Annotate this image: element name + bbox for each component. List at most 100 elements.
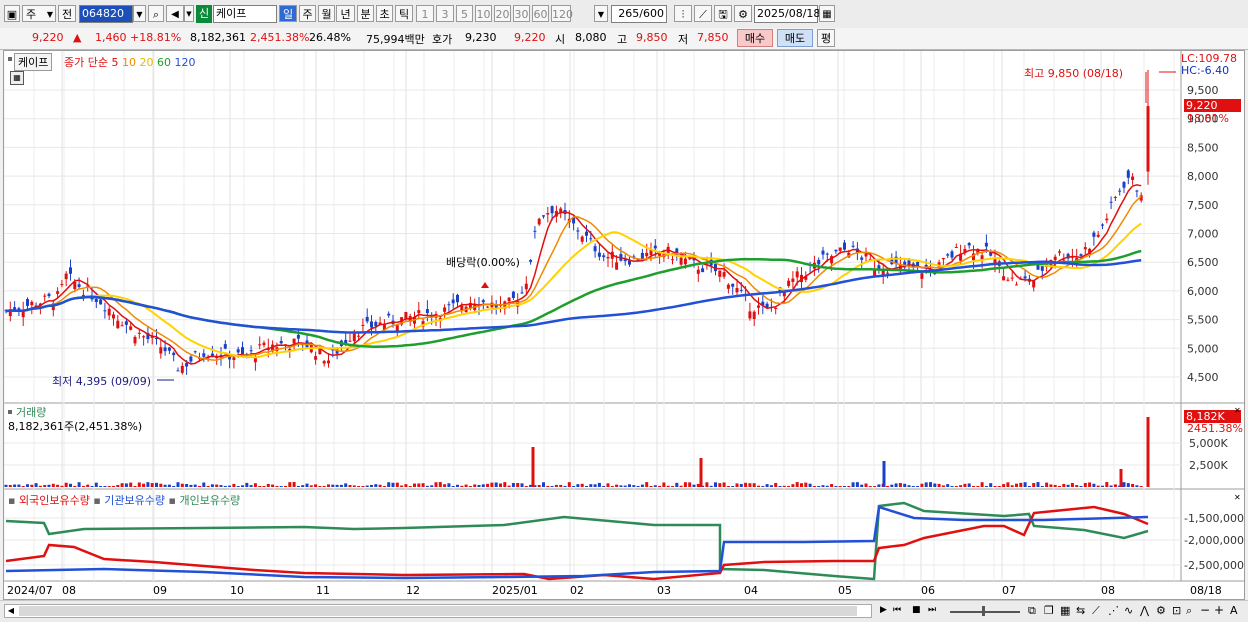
table-view-icon[interactable]: ▦	[10, 71, 24, 85]
avg-button[interactable]: 평	[817, 29, 835, 47]
volume-bar	[924, 482, 928, 487]
stock-name-field[interactable]: 케이프	[213, 5, 277, 23]
period-count-dropdown[interactable]: ▼	[594, 5, 608, 22]
zoom-slider-thumb[interactable]	[982, 606, 985, 616]
wave-icon[interactable]: ∿	[1124, 604, 1133, 617]
speaker-dropdown[interactable]: ▼	[184, 5, 194, 22]
settings-icon[interactable]: ⚙	[1156, 604, 1166, 617]
candle-body	[886, 272, 889, 274]
candle-body	[718, 270, 722, 277]
window-icon[interactable]: ▣	[4, 5, 20, 22]
period-tab-5[interactable]: 초	[376, 5, 393, 22]
search-icon[interactable]: ⌕	[1186, 604, 1192, 618]
font-size-icon[interactable]: A	[1230, 604, 1238, 617]
candle-style-icon[interactable]: ⫶	[674, 5, 692, 22]
holding-legend[interactable]: ▪ 외국인보유수량 ▪ 기관보유수량 ▪ 개인보유수량	[8, 492, 240, 508]
volume-bar	[1006, 482, 1010, 487]
scroll-left-icon[interactable]: ◀	[5, 605, 17, 617]
volume-bar	[146, 482, 150, 487]
calendar-icon[interactable]: ▦	[819, 5, 835, 22]
zoom-out-icon[interactable]: −	[1200, 603, 1210, 617]
date-input[interactable]: 2025/08/18	[754, 5, 820, 23]
period-tab-1[interactable]: 주	[299, 5, 316, 22]
volume-spike-bar	[1119, 469, 1123, 487]
zoom-in-icon[interactable]: +	[1214, 603, 1224, 617]
scroll-thumb[interactable]	[19, 606, 857, 616]
toolbar: ▣ 주 ▼ 전 064820 ▼ ⌕ ◀ ▼ 신 케이프 일주월년분초틱 1351…	[0, 0, 1248, 29]
stop-icon[interactable]: ■	[912, 605, 921, 615]
pattern-icon[interactable]: ⋀	[1140, 604, 1149, 617]
panel-close-icon[interactable]: ✕	[1234, 493, 1241, 502]
interval-button-4[interactable]: 20	[494, 5, 511, 22]
candle-body	[1096, 234, 1100, 237]
gear-icon[interactable]: ⚙	[734, 5, 752, 22]
volume-bar	[271, 484, 275, 487]
stock-tag[interactable]: 케이프	[14, 53, 53, 71]
interval-button-6[interactable]: 60	[532, 5, 549, 22]
volume-bar	[305, 483, 309, 487]
volume-bar	[645, 482, 649, 487]
skip-forward-icon[interactable]: ⏭	[928, 605, 936, 615]
search-icon[interactable]: ⌕	[148, 5, 164, 22]
period-tab-6[interactable]: 틱	[395, 5, 413, 22]
sell-button[interactable]: 매도	[777, 29, 813, 47]
volume-bar	[357, 486, 361, 487]
buy-button[interactable]: 매수	[737, 29, 773, 47]
fit-icon[interactable]: ⊡	[1172, 604, 1181, 617]
period-tab-4[interactable]: 분	[357, 5, 374, 22]
layout-icon[interactable]: ⧉	[1028, 604, 1036, 618]
volume-bar	[451, 486, 455, 487]
compare-icon[interactable]: ⇆	[1076, 604, 1085, 617]
count-input[interactable]: 265/600	[611, 5, 667, 23]
interval-button-0[interactable]: 1	[416, 5, 434, 22]
candle-body	[1002, 276, 1006, 281]
volume-bar	[855, 482, 859, 487]
volume-bar	[1015, 483, 1018, 487]
period-tab-3[interactable]: 년	[336, 5, 355, 22]
skip-back-icon[interactable]: ⏮	[893, 605, 901, 615]
volume-bar	[950, 486, 954, 487]
trend-icon[interactable]: ⋰	[1108, 604, 1119, 617]
volume-bar	[155, 482, 158, 487]
chart-type-select[interactable]: 주 ▼	[22, 5, 56, 22]
chart-area[interactable]: 9,500 9,000 8,500 8,000 7,500 7,000 6,500 6,000…	[3, 50, 1245, 600]
volume-bar	[550, 486, 554, 487]
candle-body	[580, 236, 584, 242]
interval-button-5[interactable]: 30	[513, 5, 530, 22]
save-icon[interactable]: 🖫	[714, 5, 732, 22]
horizontal-scrollbar[interactable]: ◀	[4, 604, 872, 618]
period-tab-0[interactable]: 일	[279, 5, 297, 22]
ma-legend[interactable]: 종가 단순 5 10 20 60 120	[64, 54, 195, 70]
candle-body	[1079, 254, 1083, 256]
interval-button-7[interactable]: 120	[551, 5, 573, 22]
candle-body	[645, 252, 649, 257]
grid-icon[interactable]: ▦	[1060, 604, 1070, 617]
code-dropdown-button[interactable]: ▼	[133, 5, 146, 22]
stock-code-input[interactable]: 064820	[79, 5, 133, 23]
prev-button[interactable]: 전	[58, 5, 76, 22]
volume-bar	[1131, 484, 1135, 487]
holding-axis-label: -2,500,000	[1184, 559, 1244, 572]
speaker-icon[interactable]: ◀	[166, 5, 184, 22]
line-icon[interactable]: ⟋	[1092, 604, 1100, 618]
interval-button-1[interactable]: 3	[436, 5, 454, 22]
volume-bar	[481, 484, 485, 487]
holding-axis-label: -1,500,000	[1184, 512, 1244, 525]
stock-chart[interactable]: 9,5009,0008,5008,0007,5007,0006,5006,000…	[4, 51, 1244, 599]
volume-bar	[292, 482, 296, 487]
volume-bar	[477, 484, 481, 487]
interval-button-3[interactable]: 10	[475, 5, 492, 22]
copy-icon[interactable]: ❐	[1044, 604, 1054, 617]
volume-bar	[929, 482, 932, 487]
volume-bar	[142, 483, 146, 487]
zoom-slider[interactable]	[950, 611, 1020, 613]
volume-bar	[456, 484, 459, 487]
scroll-right-icon[interactable]: ▶	[880, 605, 887, 615]
individual-holding-label: 개인보유수량	[179, 494, 241, 507]
interval-button-2[interactable]: 5	[456, 5, 473, 22]
volume-bar	[705, 482, 709, 487]
volume-bar	[206, 486, 210, 487]
panel-close-icon[interactable]: ✕	[1234, 406, 1241, 415]
period-tab-2[interactable]: 월	[318, 5, 335, 22]
draw-tool-icon[interactable]: ⟋	[694, 5, 712, 22]
